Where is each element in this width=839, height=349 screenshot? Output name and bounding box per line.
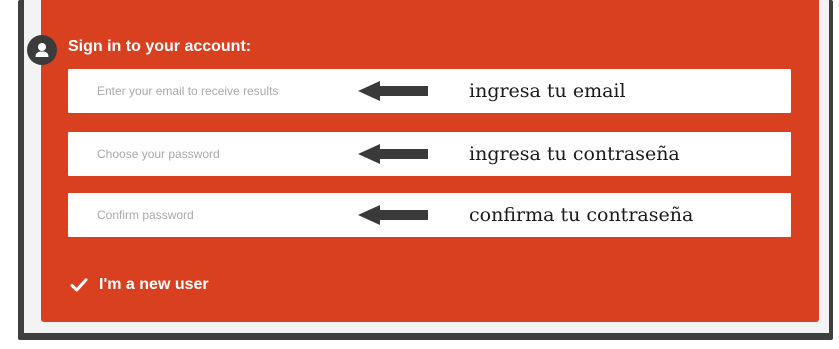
new-user-checkbox[interactable]: I'm a new user xyxy=(70,275,209,295)
password-annotation: ingresa tu contraseña xyxy=(469,143,680,165)
form-heading: Sign in to your account: xyxy=(68,38,252,55)
user-icon xyxy=(27,35,57,65)
confirm-password-annotation: confirma tu contraseña xyxy=(469,204,694,226)
email-annotation: ingresa tu email xyxy=(469,80,626,102)
arrow-left-icon xyxy=(358,205,428,225)
password-field-row: ingresa tu contraseña xyxy=(68,132,791,176)
confirm-password-field[interactable] xyxy=(68,193,358,237)
email-field[interactable] xyxy=(68,69,358,113)
email-field-row: ingresa tu email xyxy=(68,69,791,113)
confirm-password-field-row: confirma tu contraseña xyxy=(68,193,791,237)
arrow-left-icon xyxy=(358,144,428,164)
checkmark-icon xyxy=(70,278,88,292)
password-field[interactable] xyxy=(68,132,358,176)
arrow-left-icon xyxy=(358,81,428,101)
new-user-label: I'm a new user xyxy=(99,276,209,293)
